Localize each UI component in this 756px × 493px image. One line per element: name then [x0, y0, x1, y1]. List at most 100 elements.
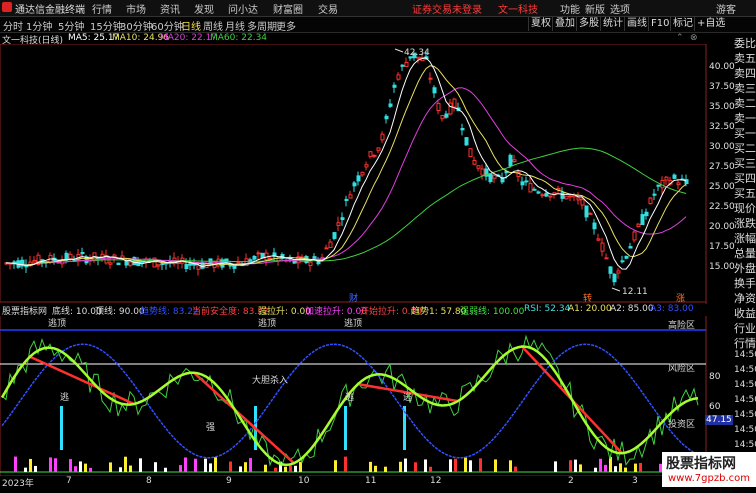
signal-bar [139, 458, 142, 472]
side-field: 外盘 [734, 262, 756, 275]
candle-body [332, 232, 337, 239]
menu-market[interactable]: 市场 [126, 1, 146, 16]
price-tick: 17.50 [709, 242, 735, 252]
escape-label-2: 逃顶 [258, 317, 276, 329]
menu-wealth[interactable]: 财富圈 [273, 1, 303, 16]
side-field: 14:50 [734, 425, 756, 435]
candle-body [344, 198, 349, 202]
period-more[interactable]: 更多 [276, 18, 296, 33]
signal-bar [424, 459, 427, 472]
signal-bar [619, 463, 622, 472]
signal-bar [294, 465, 297, 472]
high-price-label: 42.34 [404, 48, 430, 58]
indicator-name[interactable]: 股票指标网 [2, 304, 47, 317]
signal-bar [214, 457, 217, 472]
escape-label: 逃顶 [48, 317, 66, 329]
menu-function[interactable]: 功能 [560, 1, 580, 16]
ma60-line [5, 147, 687, 266]
tool-f10[interactable]: F10 [648, 17, 671, 31]
candle-body [608, 266, 613, 274]
run-signal-bar [344, 406, 347, 450]
side-field: 买四 [734, 172, 756, 185]
period-60min[interactable]: 60分钟 [151, 18, 184, 33]
collapse-icon[interactable]: ⌃ [676, 33, 684, 43]
candlesticks [4, 50, 689, 286]
chart-canvas[interactable]: 42.34 12.11 财 转 涨 逃顶 逃顶 逃顶 逃 大胆杀入 逃 逃 强 … [0, 44, 733, 476]
side-field: 现价 [734, 202, 756, 215]
signal-bar [154, 462, 157, 472]
event-zhang[interactable]: 涨 [676, 293, 685, 304]
side-field: 14:50 [734, 365, 756, 375]
ma10-line [5, 65, 687, 266]
side-field: 卖一 [734, 112, 756, 125]
menu-news[interactable]: 资讯 [160, 1, 180, 16]
candle-body [612, 273, 617, 283]
tool-draw-line[interactable]: 画线 [624, 17, 649, 31]
signal-bar [209, 463, 212, 472]
period-multi[interactable]: 多周期 [247, 18, 277, 33]
signal-bar [454, 458, 457, 472]
signal-bar [404, 458, 407, 472]
side-field: 行情 [734, 337, 756, 350]
menu-new[interactable]: 新版 [585, 1, 605, 16]
trade-login-status[interactable]: 证券交易未登录 [412, 1, 482, 16]
close-icon[interactable]: ⊗ [690, 33, 698, 43]
candle-body [592, 222, 597, 230]
period-30min[interactable]: 30分钟 [120, 18, 153, 33]
candle-body [548, 195, 553, 198]
candle-body [312, 256, 317, 260]
tool-statistics[interactable]: 统计 [600, 17, 625, 31]
menu-discover[interactable]: 发现 [194, 1, 214, 16]
side-field: 14:50 [734, 440, 756, 450]
candle-body [184, 263, 189, 270]
candle-body [308, 261, 313, 267]
candle-body [564, 195, 569, 200]
menu-trade[interactable]: 交易 [318, 1, 338, 16]
tool-restore-rights[interactable]: 夏权 [528, 17, 553, 31]
candle-body [648, 197, 653, 205]
menu-guest[interactable]: 游客 [716, 1, 736, 16]
candle-body [380, 133, 385, 141]
signal-bar [29, 458, 32, 472]
signal-bar [514, 466, 517, 472]
watermark-title: 股票指标网 [666, 456, 736, 472]
period-5min[interactable]: 5分钟 [58, 18, 84, 33]
tool-multi-stock[interactable]: 多股 [576, 17, 601, 31]
candle-body [232, 264, 237, 269]
signal-bar [479, 458, 482, 472]
period-monthly[interactable]: 月线 [225, 18, 245, 33]
signal-bar [289, 465, 292, 472]
side-field: 涨幅 [734, 232, 756, 245]
date-tick: 12 [430, 476, 442, 486]
candle-body [436, 102, 441, 111]
candle-body [528, 183, 533, 193]
period-weekly[interactable]: 周线 [203, 18, 223, 33]
period-timeshare[interactable]: 分时 [3, 18, 23, 33]
ind-accel-up: 加速拉升: 0.00 [305, 307, 367, 317]
date-tick: 2023年 [2, 479, 34, 489]
ma60-value: MA60: 22.34 [210, 33, 268, 43]
signal-bar [264, 464, 267, 472]
signal-bar [204, 458, 207, 472]
tool-add-favorite[interactable]: +自选 [694, 17, 727, 31]
candle-body [532, 188, 537, 191]
side-field: 总量 [734, 247, 756, 260]
side-field: 卖四 [734, 67, 756, 80]
signal-bar [74, 466, 77, 472]
period-daily[interactable]: 日线 [181, 18, 201, 33]
menu-ask[interactable]: 问小达 [228, 1, 258, 16]
candle-body [444, 113, 449, 118]
ind-strong-up: 强拉升: 0.00 [258, 307, 311, 317]
price-tick: 25.00 [709, 182, 735, 192]
period-15min[interactable]: 15分钟 [90, 18, 123, 33]
menu-options[interactable]: 选项 [610, 1, 630, 16]
period-1min[interactable]: 1分钟 [26, 18, 52, 33]
event-zhuan[interactable]: 转 [583, 292, 592, 304]
signal-bar [469, 460, 472, 472]
menu-quotes[interactable]: 行情 [92, 1, 112, 16]
signal-bar [384, 466, 387, 472]
stock-link[interactable]: 文一科技 [498, 1, 538, 16]
tool-overlay[interactable]: 叠加 [552, 17, 577, 31]
event-cai[interactable]: 财 [349, 292, 358, 304]
tool-mark[interactable]: 标记 [670, 17, 695, 31]
